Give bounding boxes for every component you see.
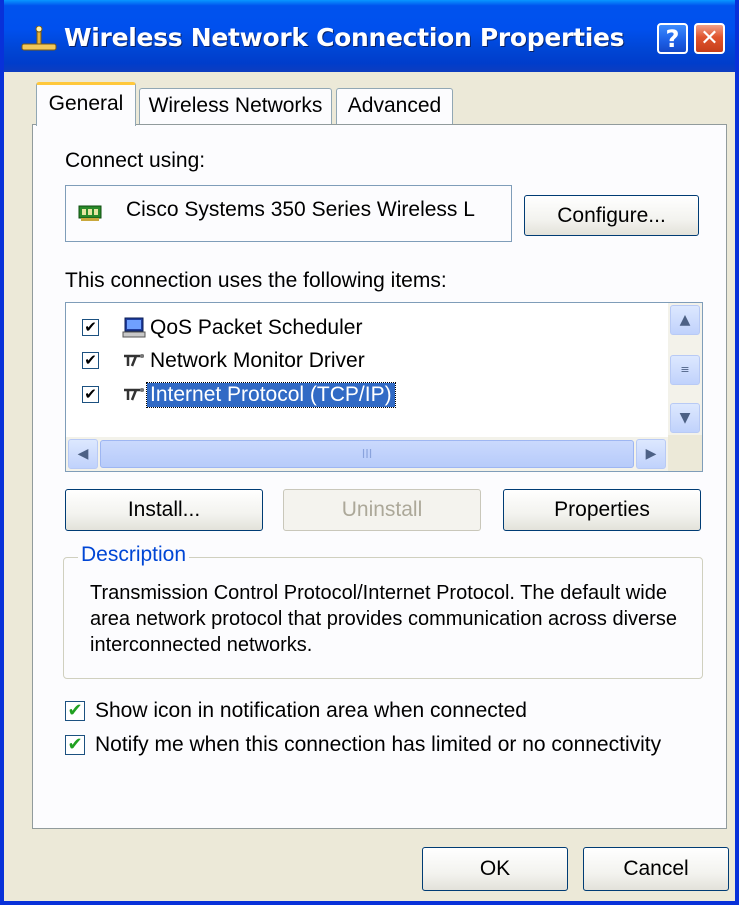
tab-advanced[interactable]: Advanced xyxy=(336,88,453,124)
show-icon-label[interactable]: Show icon in notification area when conn… xyxy=(95,699,527,723)
item-label: QoS Packet Scheduler xyxy=(150,316,363,339)
description-group: Description Transmission Control Protoco… xyxy=(63,543,703,679)
general-tab-panel: Connect using: Cisco Systems 350 Series … xyxy=(32,124,727,829)
adapter-field: Cisco Systems 350 Series Wireless L xyxy=(65,185,512,242)
uninstall-button[interactable]: Uninstall xyxy=(283,489,481,531)
scroll-down-icon[interactable]: ▼ xyxy=(670,403,700,433)
help-button[interactable]: ? xyxy=(657,23,688,54)
close-button[interactable]: ✕ xyxy=(694,23,725,54)
item-label: Network Monitor Driver xyxy=(150,349,365,372)
title-bar[interactable]: Wireless Network Connection Properties ?… xyxy=(4,0,735,72)
scroll-up-icon[interactable]: ▲ xyxy=(670,305,700,335)
tab-wireless-networks[interactable]: Wireless Networks xyxy=(139,88,332,124)
item-checkbox[interactable]: ✔ xyxy=(82,386,99,403)
adapter-name: Cisco Systems 350 Series Wireless L xyxy=(126,198,475,221)
items-label: This connection uses the following items… xyxy=(65,269,447,292)
properties-dialog: Wireless Network Connection Properties ?… xyxy=(0,0,739,905)
network-card-icon xyxy=(78,205,102,221)
protocol-icon xyxy=(124,388,144,401)
components-list[interactable]: ✔ QoS Packet Scheduler ✔ Network Monitor… xyxy=(65,302,703,472)
protocol-icon xyxy=(124,354,144,367)
description-text: Transmission Control Protocol/Internet P… xyxy=(90,582,677,656)
vertical-scrollbar[interactable]: ▲ ≡ ▼ xyxy=(668,303,702,437)
scroll-thumb-v[interactable]: ≡ xyxy=(670,355,700,385)
description-title: Description xyxy=(78,543,190,567)
computer-icon xyxy=(122,317,146,338)
list-item[interactable]: ✔ Network Monitor Driver xyxy=(66,345,666,377)
network-connection-icon xyxy=(21,26,57,51)
configure-button[interactable]: Configure... xyxy=(524,195,699,236)
scroll-thumb-h[interactable]: III xyxy=(100,440,634,468)
notify-label[interactable]: Notify me when this connection has limit… xyxy=(95,733,661,757)
scroll-corner xyxy=(668,435,702,471)
window-title: Wireless Network Connection Properties xyxy=(64,23,625,52)
horizontal-scrollbar[interactable]: ◀ III ▶ xyxy=(66,437,668,471)
item-checkbox[interactable]: ✔ xyxy=(82,319,99,336)
install-button[interactable]: Install... xyxy=(65,489,263,531)
connect-using-label: Connect using: xyxy=(65,149,206,172)
list-item[interactable]: ✔ Internet Protocol (TCP/IP) xyxy=(66,379,666,411)
scroll-left-icon[interactable]: ◀ xyxy=(68,439,98,469)
scroll-right-icon[interactable]: ▶ xyxy=(636,439,666,469)
show-icon-checkbox[interactable]: ✔ xyxy=(65,701,85,721)
properties-button[interactable]: Properties xyxy=(503,489,701,531)
notify-checkbox[interactable]: ✔ xyxy=(65,735,85,755)
item-label-selected: Internet Protocol (TCP/IP) xyxy=(146,382,396,408)
ok-button[interactable]: OK xyxy=(422,847,568,891)
item-checkbox[interactable]: ✔ xyxy=(82,352,99,369)
tab-general[interactable]: General xyxy=(36,82,136,126)
list-item[interactable]: ✔ QoS Packet Scheduler xyxy=(66,312,666,344)
cancel-button[interactable]: Cancel xyxy=(583,847,729,891)
